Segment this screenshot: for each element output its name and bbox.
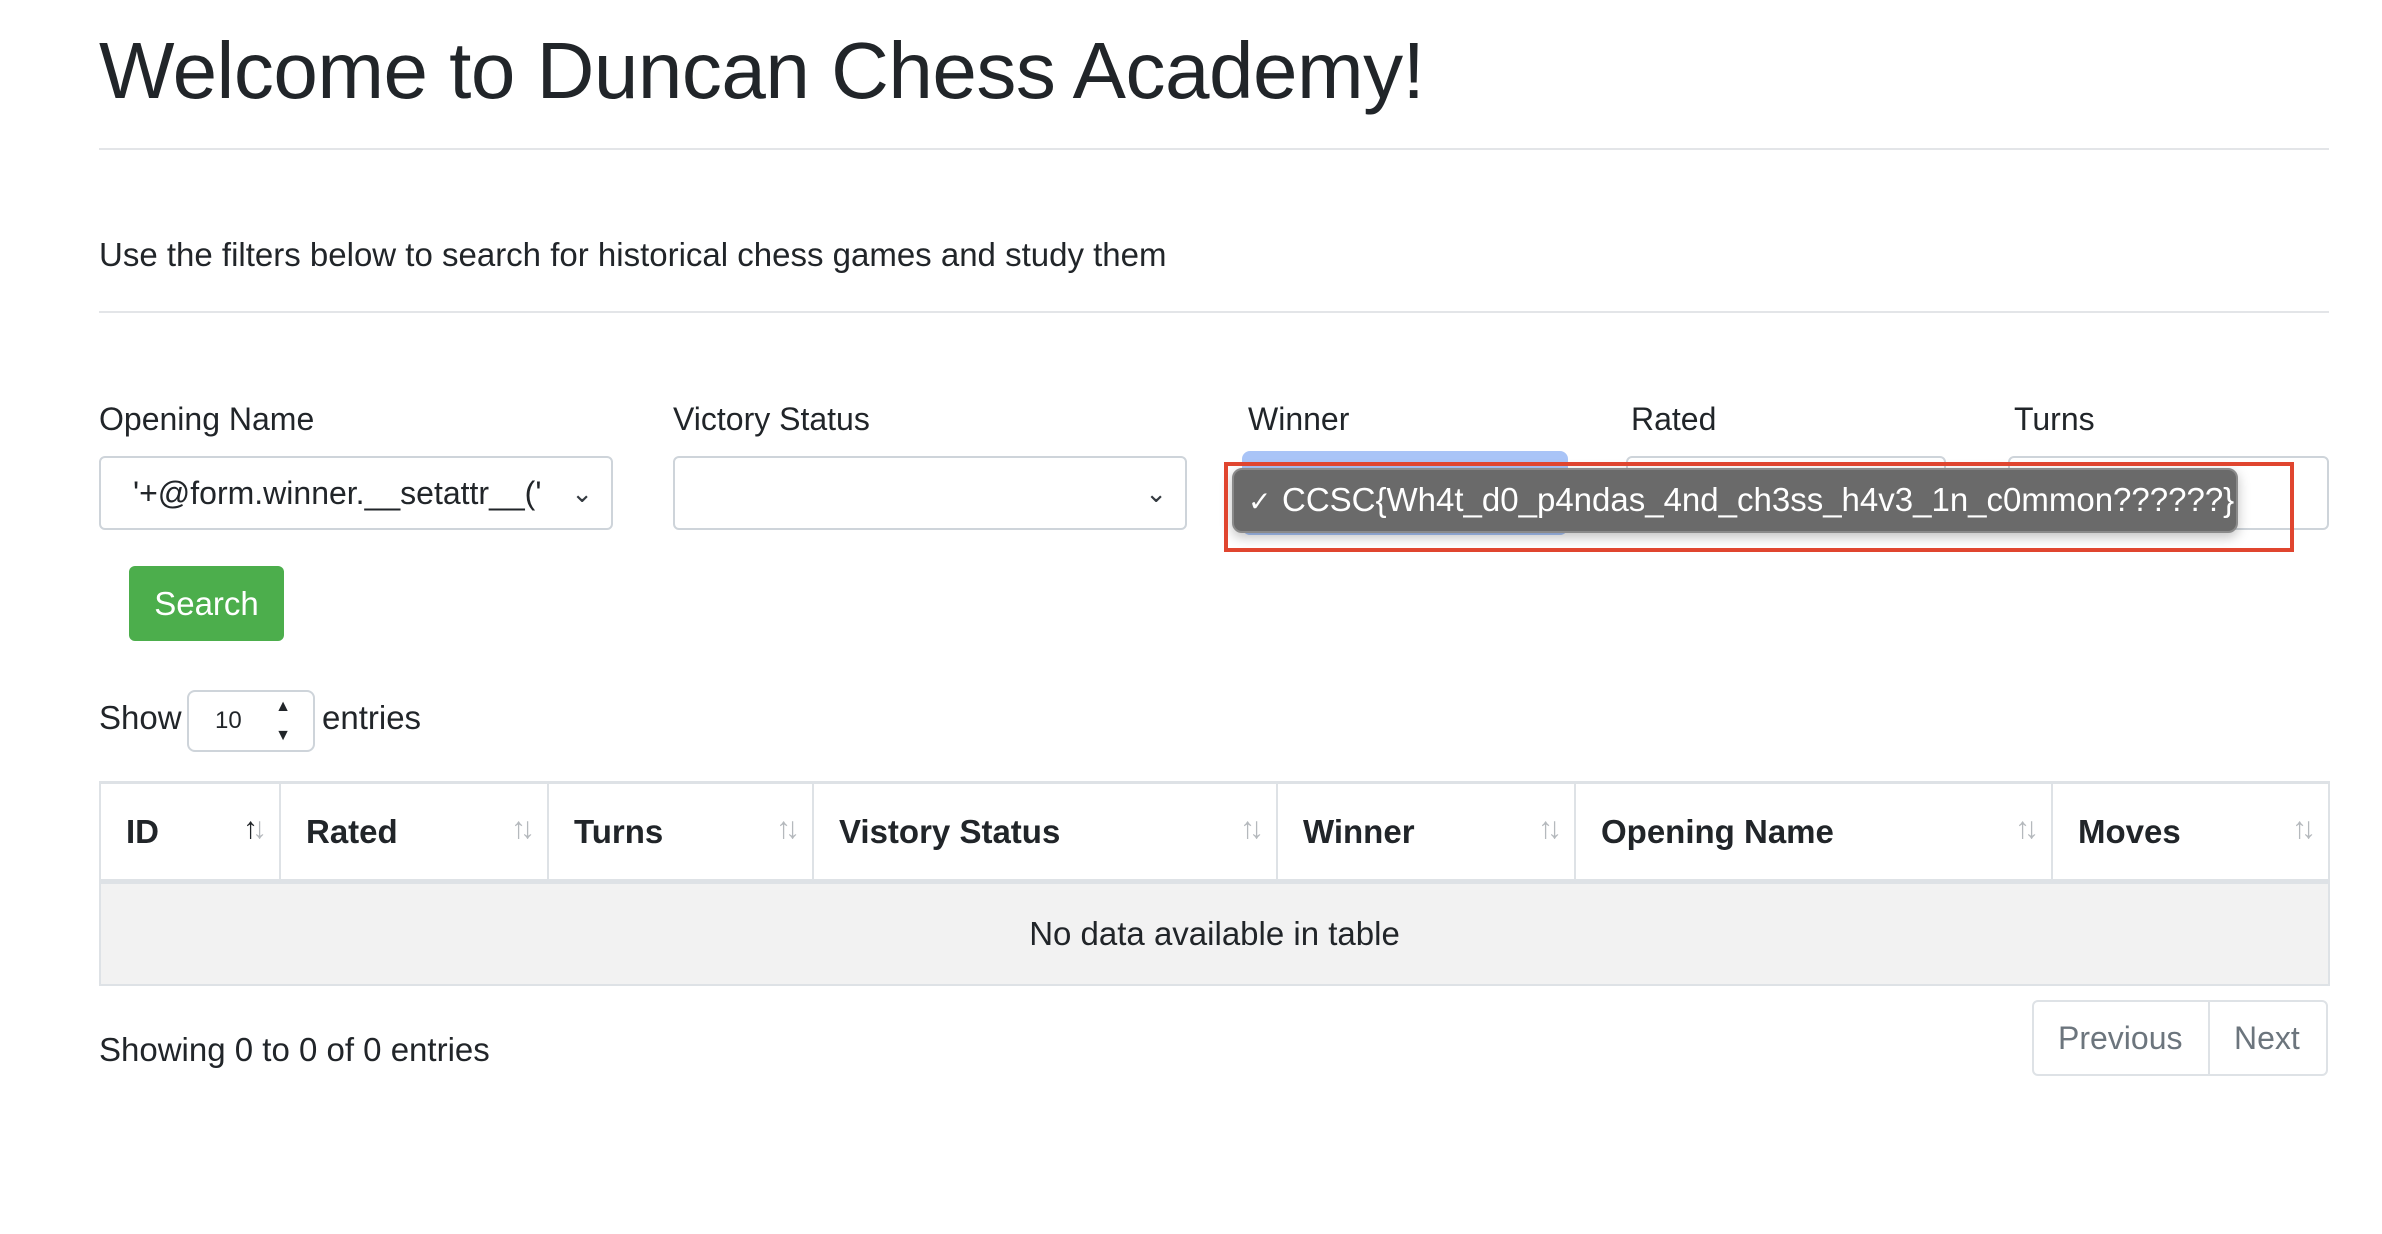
pagination: Previous Next [2032, 1000, 2328, 1076]
updown-arrows-icon: ▲ ▼ [275, 698, 291, 744]
column-header-id[interactable]: ID ↑↓ [99, 781, 281, 884]
column-header-label: Rated [306, 812, 398, 850]
highlight-annotation-box [1224, 462, 2294, 552]
column-header-label: Moves [2078, 812, 2181, 850]
sort-icon: ↑↓ [511, 812, 535, 845]
column-header-rated[interactable]: Rated ↑↓ [279, 781, 549, 884]
sort-icon: ↑↓ [776, 812, 800, 845]
sort-icon: ↑↓ [2015, 812, 2039, 845]
rated-label: Rated [1631, 401, 1717, 437]
column-header-opening-name[interactable]: Opening Name ↑↓ [1574, 781, 2053, 884]
previous-page-button[interactable]: Previous [2034, 1002, 2210, 1074]
search-button[interactable]: Search [129, 566, 284, 641]
entries-label: entries [322, 699, 422, 736]
column-header-label: Opening Name [1601, 812, 1834, 850]
chevron-down-icon: ⌄ [1145, 478, 1167, 508]
intro-text: Use the filters below to search for hist… [99, 236, 1167, 273]
column-header-victory-status[interactable]: Vistory Status ↑↓ [812, 781, 1278, 884]
page-title: Welcome to Duncan Chess Academy! [99, 26, 1425, 115]
column-header-label: Vistory Status [839, 812, 1061, 850]
divider [99, 148, 2329, 150]
games-table: ID ↑↓ Rated ↑↓ Turns ↑↓ Vistory Status ↑… [99, 781, 2330, 986]
show-label: Show [99, 699, 182, 736]
column-header-winner[interactable]: Winner ↑↓ [1276, 781, 1576, 884]
victory-status-select[interactable]: ⌄ [673, 456, 1187, 530]
column-header-label: Winner [1303, 812, 1415, 850]
empty-table-message: No data available in table [99, 880, 2330, 986]
entries-per-page-select[interactable]: 10 ▲ ▼ [187, 690, 315, 752]
column-header-label: ID [126, 812, 159, 850]
opening-name-value: '+@form.winner.__setattr__(' [133, 475, 542, 511]
sort-icon: ↑↓ [2292, 812, 2316, 845]
turns-label: Turns [2014, 401, 2095, 437]
sort-icon: ↑↓ [1240, 812, 1264, 845]
column-header-moves[interactable]: Moves ↑↓ [2051, 781, 2330, 884]
next-page-button[interactable]: Next [2210, 1002, 2326, 1074]
sort-icon: ↑↓ [1538, 812, 1562, 845]
victory-status-label: Victory Status [673, 401, 870, 437]
chevron-down-icon: ⌄ [571, 478, 593, 508]
page: Welcome to Duncan Chess Academy! Use the… [0, 0, 2382, 1234]
entries-per-page-value: 10 [215, 707, 242, 734]
divider [99, 311, 2329, 313]
table-header-row: ID ↑↓ Rated ↑↓ Turns ↑↓ Vistory Status ↑… [99, 781, 2330, 884]
opening-name-select[interactable]: '+@form.winner.__setattr__(' ⌄ [99, 456, 613, 530]
sort-ascending-icon: ↑↓ [243, 812, 267, 845]
column-header-turns[interactable]: Turns ↑↓ [547, 781, 814, 884]
winner-label: Winner [1248, 401, 1350, 437]
column-header-label: Turns [574, 812, 664, 850]
table-info: Showing 0 to 0 of 0 entries [99, 1031, 490, 1068]
table-row: No data available in table [99, 880, 2330, 986]
opening-name-label: Opening Name [99, 401, 315, 437]
